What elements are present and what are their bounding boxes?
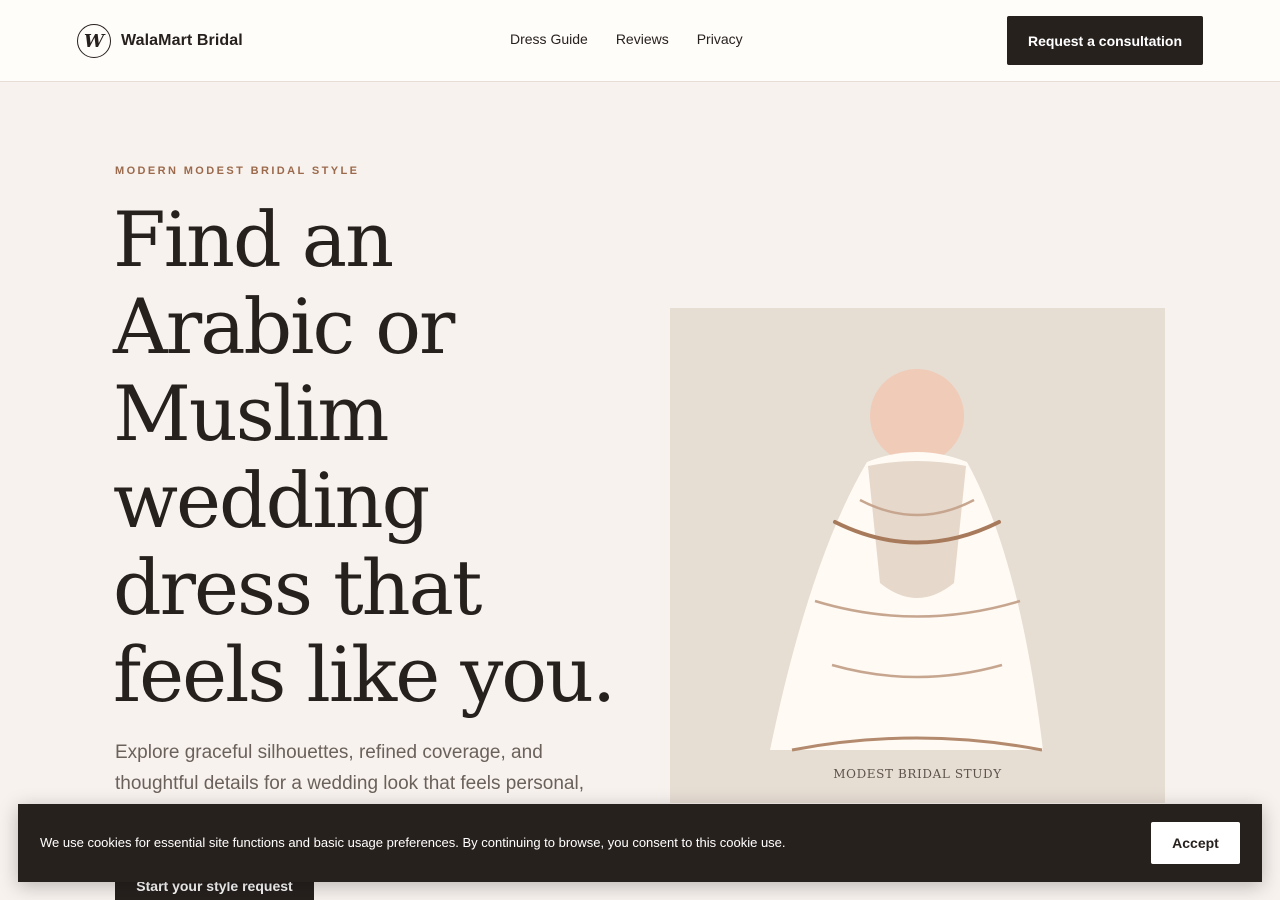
brand-name: WalaMart Bridal [121,32,243,49]
cookie-banner: We use cookies for essential site functi… [18,804,1262,882]
request-consultation-button[interactable]: Request a consultation [1007,16,1203,65]
hero-eyebrow: MODERN MODEST BRIDAL STYLE [115,165,360,177]
bodice-panel [868,461,966,598]
brand[interactable]: W WalaMart Bridal [77,24,243,58]
bride-dress-icon [770,369,1043,752]
nav-link-reviews[interactable]: Reviews [616,31,669,47]
site-header: W WalaMart Bridal Dress Guide Reviews Pr… [0,0,1280,82]
hero-headline: Find an Arabic or Muslim wedding dress t… [113,195,616,719]
main-nav: Dress Guide Reviews Privacy [510,31,743,47]
bridal-illustration: MODEST BRIDAL STUDY [670,308,1165,803]
cookie-accept-button[interactable]: Accept [1151,822,1240,864]
nav-link-dress-guide[interactable]: Dress Guide [510,31,588,47]
logo-icon: W [77,24,111,58]
head-shape [870,369,964,463]
nav-link-privacy[interactable]: Privacy [697,31,743,47]
hero-intro: Explore graceful silhouettes, refined co… [115,742,584,794]
cookie-message: We use cookies for essential site functi… [40,835,786,850]
illustration-caption: MODEST BRIDAL STUDY [833,767,1002,781]
